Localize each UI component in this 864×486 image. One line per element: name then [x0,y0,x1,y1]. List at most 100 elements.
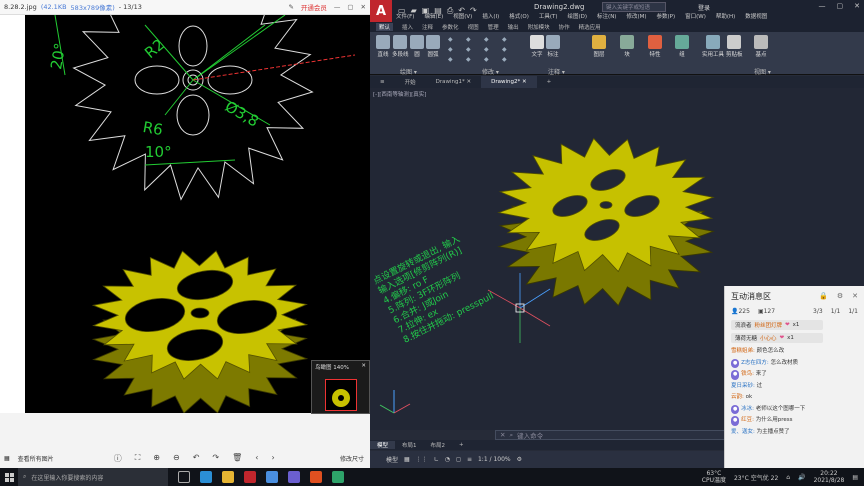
close-icon[interactable]: ✕ [854,2,860,10]
close-icon[interactable]: ✕ [852,292,858,300]
menu-item-12[interactable]: 数据视图 [745,12,767,20]
browser-icon[interactable] [310,471,322,483]
ribbon-button-6[interactable]: 图层 [592,35,606,58]
osnap-icon[interactable]: ◻ [456,456,461,463]
ribbon-tab-9[interactable]: 精选应用 [579,23,601,31]
chat-user-name[interactable]: 红豆: [741,417,754,423]
menu-item-11[interactable]: 帮助(H) [716,12,735,20]
zoom-in-icon[interactable]: ⊕ [153,453,160,464]
chat-user-name[interactable]: 云韵: [731,394,744,400]
ribbon-button-8[interactable]: 特性 [648,35,662,58]
modify-tool-icon-2[interactable]: ◆ [484,36,489,43]
settings-icon[interactable]: ⚙ [517,456,522,463]
login-button[interactable]: 登录 [698,3,710,12]
ribbon-button-11[interactable]: 剪贴板 [726,35,743,58]
ribbon-tab-4[interactable]: 视图 [468,23,479,31]
maximize-icon[interactable]: ▢ [837,2,844,10]
command-input[interactable]: 键入命令 [517,430,543,440]
chat-user-name[interactable]: 冰冰: [741,406,754,412]
drawing-image[interactable]: R2 R6 Ø3,8 20° 10° [25,15,370,413]
weather[interactable]: 23°C 空气优 22 [734,473,778,482]
overview-close-icon[interactable]: ✕ [361,363,366,371]
cpu-temperature[interactable]: 63°C CPU温度 [702,470,726,484]
settings-icon[interactable]: ⚙ [837,292,843,300]
autocad-taskbar-icon[interactable] [244,471,256,483]
ribbon-button-4[interactable]: 文字 [530,35,544,58]
modify-tool-icon-8[interactable]: ◆ [448,56,453,63]
doc-tab-2[interactable]: Drawing2* ✕ [481,76,537,88]
close-cmd-icon[interactable]: ✕ [500,431,505,439]
app-icon-2[interactable] [332,471,344,483]
delete-icon[interactable]: 🗑 [232,453,242,464]
chat-user-name[interactable]: 雪糕姐弟: [731,348,755,354]
fullscreen-icon[interactable]: ⛶ [135,453,141,464]
ribbon-button-0[interactable]: 直线 [376,35,390,58]
lineweight-icon[interactable]: ≡ [467,456,472,463]
explorer-icon[interactable] [222,471,234,483]
cmd-search-icon[interactable]: ⌕ [509,431,513,440]
ribbon-tab-0[interactable]: 默认 [376,23,394,31]
open-member-button[interactable]: 开通会员 [301,2,327,12]
resize-label[interactable]: 修改尺寸 [340,454,370,463]
ribbon-group-0[interactable]: 绘图 ▾ [400,67,417,76]
snap-icon[interactable]: ⋮⋮ [416,456,428,463]
menu-item-2[interactable]: 视图(V) [453,12,472,20]
ortho-icon[interactable]: ∟ [434,456,439,463]
layout-tab-2[interactable]: 布局2 [424,441,453,449]
ribbon-tab-8[interactable]: 协作 [559,23,570,31]
taskbar-search[interactable]: ⌕ 在这里输入你要搜索的内容 [18,468,168,486]
modify-tool-icon-7[interactable]: ◆ [502,46,507,53]
menu-item-8[interactable]: 修改(M) [626,12,646,20]
view-all-label[interactable]: 查看所有图片 [18,454,54,463]
chat-user-name[interactable]: Z志在四方: [741,360,769,366]
menu-item-4[interactable]: 格式(O) [509,12,529,20]
search-input[interactable]: 键入关键字或短语 [602,2,666,12]
view-all-grid-icon[interactable]: ▦ [4,455,10,462]
menu-item-0[interactable]: 文件(F) [396,12,414,20]
grid-icon[interactable]: ▦ [404,456,410,463]
layout-tab-1[interactable]: 布局1 [395,441,424,449]
ribbon-button-10[interactable]: 实用工具 [702,35,724,58]
ribbon-tab-5[interactable]: 管理 [488,23,499,31]
ribbon-tab-3[interactable]: 参数化 [442,23,459,31]
rotate-right-icon[interactable]: ↷ [212,453,219,464]
menu-item-5[interactable]: 工具(T) [539,12,558,20]
lock-icon[interactable]: 🔒 [819,292,828,300]
task-view-icon[interactable] [178,471,190,483]
photos-icon[interactable] [266,471,278,483]
ribbon-tab-1[interactable]: 插入 [402,23,413,31]
overview-panel[interactable]: 鸟瞰图 140% ✕ [311,360,370,414]
ribbon-group-2[interactable]: 注释 ▾ [548,67,565,76]
autocad-logo[interactable]: A [370,0,392,22]
model-toggle[interactable]: 模型 [386,455,398,464]
ribbon-group-1[interactable]: 修改 ▾ [482,67,499,76]
doc-tab-0[interactable]: 开始 [395,76,426,88]
close-icon[interactable]: ✕ [361,3,366,11]
menu-item-3[interactable]: 插入(I) [482,12,499,20]
maximize-icon[interactable]: ▢ [347,3,353,11]
zoom-out-icon[interactable]: ⊖ [173,453,180,464]
modify-tool-icon-11[interactable]: ◆ [502,56,507,63]
volume-icon[interactable]: 🔊 [798,474,805,481]
info-icon[interactable]: ⓘ [114,453,122,464]
ribbon-button-9[interactable]: 组 [675,35,689,58]
ribbon-button-7[interactable]: 块 [620,35,634,58]
ribbon-tab-2[interactable]: 注释 [422,23,433,31]
chat-user-name[interactable]: 夏日采砂: [731,383,755,389]
ribbon-button-2[interactable]: 圆 [410,35,424,58]
layout-tab-0[interactable]: 模型 [370,441,396,449]
menu-item-9[interactable]: 参数(P) [657,12,676,20]
windows-start-icon[interactable] [0,468,18,486]
new-tab-icon[interactable]: + [537,76,562,88]
ribbon-button-3[interactable]: 圆弧 [426,35,440,58]
menu-item-1[interactable]: 编辑(E) [424,12,443,20]
menu-item-10[interactable]: 窗口(W) [685,12,706,20]
doc-tab-1[interactable]: Drawing1* ✕ [426,76,481,88]
modify-tool-icon-9[interactable]: ◆ [466,56,471,63]
network-icon[interactable]: ⌂ [786,474,790,481]
chat-user-name[interactable]: 铁鸟: [741,371,754,377]
ribbon-group-3[interactable]: 视图 ▾ [754,67,771,76]
notification-icon[interactable]: ▤ [852,474,858,481]
modify-tool-icon-0[interactable]: ◆ [448,36,453,43]
clock[interactable]: 20:22 2021/8/28 [814,470,845,484]
